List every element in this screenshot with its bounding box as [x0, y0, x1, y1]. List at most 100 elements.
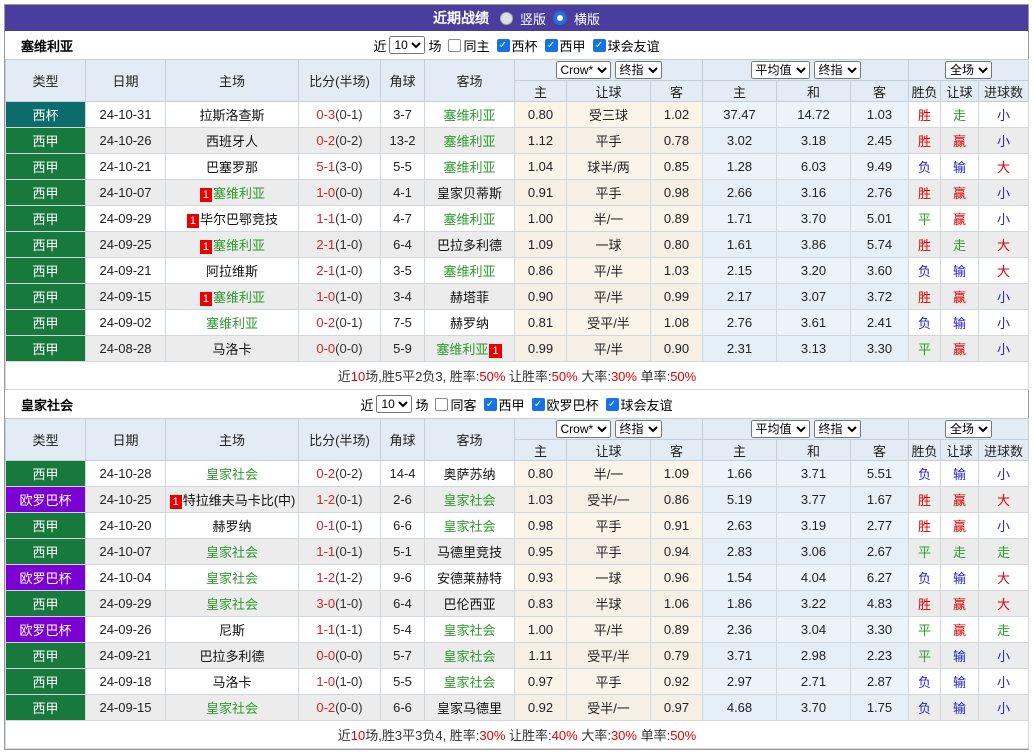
bookmaker-final-select[interactable]: 终指	[614, 61, 662, 79]
away-team-link[interactable]: 巴伦西亚	[443, 597, 495, 612]
avg-away: 2.41	[849, 309, 910, 336]
competition-checkbox[interactable]: ✓	[496, 38, 510, 52]
competition-checkbox[interactable]: ✓	[605, 397, 619, 411]
match-date: 24-09-25	[85, 231, 166, 258]
average-select[interactable]: 平均值	[750, 420, 810, 438]
home-team-link[interactable]: 皇家社会	[206, 597, 258, 612]
result-goals: 大	[978, 153, 1030, 180]
home-team-link[interactable]: 巴拉多利德	[199, 649, 264, 664]
result-outcome: 胜	[908, 283, 942, 310]
away-team-link[interactable]: 安德莱赫特	[437, 571, 502, 586]
match-row: 西甲 24-10-07 皇家社会 1-1(0-1) 5-1 马德里竞技 0.95…	[5, 538, 1030, 565]
scope-select[interactable]: 全场	[945, 61, 993, 79]
home-team-link[interactable]: 塞维利亚	[213, 290, 265, 305]
away-team-link[interactable]: 皇家社会	[443, 493, 495, 508]
match-count-select[interactable]: 10	[376, 395, 413, 413]
result-outcome: 平	[908, 642, 942, 669]
scope-select-header: 全场	[908, 59, 1030, 81]
average-final-select[interactable]: 终指	[813, 61, 861, 79]
away-team-link[interactable]: 马德里竞技	[437, 545, 502, 560]
competition-checkbox[interactable]: ✓	[483, 397, 497, 411]
away-team-link[interactable]: 巴拉多利德	[437, 238, 502, 253]
home-team-link[interactable]: 皇家社会	[206, 701, 258, 716]
odds-home: 1.11	[514, 642, 567, 669]
average-final-select[interactable]: 终指	[813, 420, 861, 438]
competition-checkbox[interactable]: ✓	[531, 397, 545, 411]
away-team-link[interactable]: 皇家社会	[443, 649, 495, 664]
home-team-link[interactable]: 毕尔巴鄂竞技	[200, 212, 278, 227]
home-team-link[interactable]: 西班牙人	[206, 134, 258, 149]
away-team-link[interactable]: 皇家社会	[443, 519, 495, 534]
away-team-link[interactable]: 皇家社会	[443, 675, 495, 690]
avg-draw: 3.13	[776, 335, 851, 362]
bookmaker-select[interactable]: Crow*	[555, 420, 611, 438]
match-score: 1-0(1-0)	[298, 283, 381, 310]
home-team-link[interactable]: 马洛卡	[212, 675, 251, 690]
away-team-link[interactable]: 赫塔菲	[450, 290, 489, 305]
radio-vertical-layout[interactable]	[499, 11, 513, 25]
odds-home: 0.81	[514, 309, 567, 336]
away-team-link[interactable]: 皇家社会	[443, 623, 495, 638]
away-team-link[interactable]: 皇家贝蒂斯	[437, 186, 502, 201]
home-team-link[interactable]: 皇家社会	[206, 571, 258, 586]
odds-away: 0.85	[650, 153, 703, 180]
sub-column-header: 让球	[566, 439, 651, 461]
result-outcome: 负	[908, 564, 942, 591]
away-team-cell: 皇家社会	[424, 486, 515, 513]
home-team-link[interactable]: 马洛卡	[212, 342, 251, 357]
home-team-link[interactable]: 塞维利亚	[213, 186, 265, 201]
home-team-link[interactable]: 拉斯洛查斯	[199, 108, 264, 123]
team-section: 塞维利亚 近 10 场 同主 ✓ 西杯 ✓ 西甲 ✓ 球会友谊 类型 日期 主场 比分(半场) 角…	[4, 31, 1030, 390]
home-team-cell: 1 塞维利亚	[165, 179, 299, 206]
away-team-link[interactable]: 赫罗纳	[450, 316, 489, 331]
result-handicap: 输	[940, 257, 980, 284]
home-team-cell: 阿拉维斯	[165, 257, 299, 284]
odds-home: 1.04	[514, 153, 567, 180]
odds-select-header: Crow* 终指	[514, 59, 703, 81]
competition-checkbox[interactable]: ✓	[592, 38, 606, 52]
radio-horizontal-layout[interactable]	[553, 11, 567, 25]
corner-score: 6-4	[380, 231, 425, 258]
away-team-link[interactable]: 塞维利亚	[443, 108, 495, 123]
competition-badge: 欧罗巴杯	[5, 564, 86, 591]
away-team-link[interactable]: 奥萨苏纳	[443, 467, 495, 482]
odds-home: 1.09	[514, 231, 567, 258]
bookmaker-final-select[interactable]: 终指	[614, 420, 662, 438]
away-team-link[interactable]: 塞维利亚	[443, 264, 495, 279]
match-date: 24-10-04	[85, 564, 166, 591]
result-outcome: 平	[908, 538, 942, 565]
scope-select[interactable]: 全场	[945, 420, 993, 438]
home-team-link[interactable]: 皇家社会	[206, 467, 258, 482]
bookmaker-select[interactable]: Crow*	[555, 61, 611, 79]
match-count-select[interactable]: 10	[389, 36, 426, 54]
average-select[interactable]: 平均值	[750, 61, 810, 79]
away-team-link[interactable]: 塞维利亚	[443, 134, 495, 149]
avg-draw: 2.71	[776, 668, 851, 695]
home-team-link[interactable]: 阿拉维斯	[206, 264, 258, 279]
odds-away: 0.98	[650, 179, 703, 206]
match-score: 2-1(1-0)	[298, 257, 381, 284]
home-team-link[interactable]: 尼斯	[219, 623, 245, 638]
competition-checkbox[interactable]: ✓	[544, 38, 558, 52]
column-header: 类型	[5, 59, 86, 102]
result-goals: 小	[978, 512, 1030, 539]
match-date: 24-09-02	[85, 309, 166, 336]
home-team-link[interactable]: 赫罗纳	[212, 519, 251, 534]
away-team-link[interactable]: 皇家马德里	[437, 701, 502, 716]
avg-away: 2.87	[849, 668, 910, 695]
home-team-link[interactable]: 塞维利亚	[213, 238, 265, 253]
away-team-link[interactable]: 塞维利亚	[443, 160, 495, 175]
home-team-link[interactable]: 皇家社会	[206, 545, 258, 560]
result-handicap: 走	[940, 101, 980, 128]
corner-score: 13-2	[380, 127, 425, 154]
avg-draw: 3.07	[776, 283, 851, 310]
same-venue-checkbox[interactable]	[435, 397, 449, 411]
same-venue-checkbox[interactable]	[448, 38, 462, 52]
home-team-link[interactable]: 塞维利亚	[206, 316, 258, 331]
away-team-link[interactable]: 塞维利亚	[443, 212, 495, 227]
home-team-link[interactable]: 巴塞罗那	[206, 160, 258, 175]
away-team-link[interactable]: 塞维利亚	[436, 342, 488, 357]
match-score: 0-2(0-0)	[298, 694, 381, 721]
avg-draw: 3.18	[776, 127, 851, 154]
home-team-link[interactable]: 特拉维夫马卡比(中)	[183, 493, 296, 508]
